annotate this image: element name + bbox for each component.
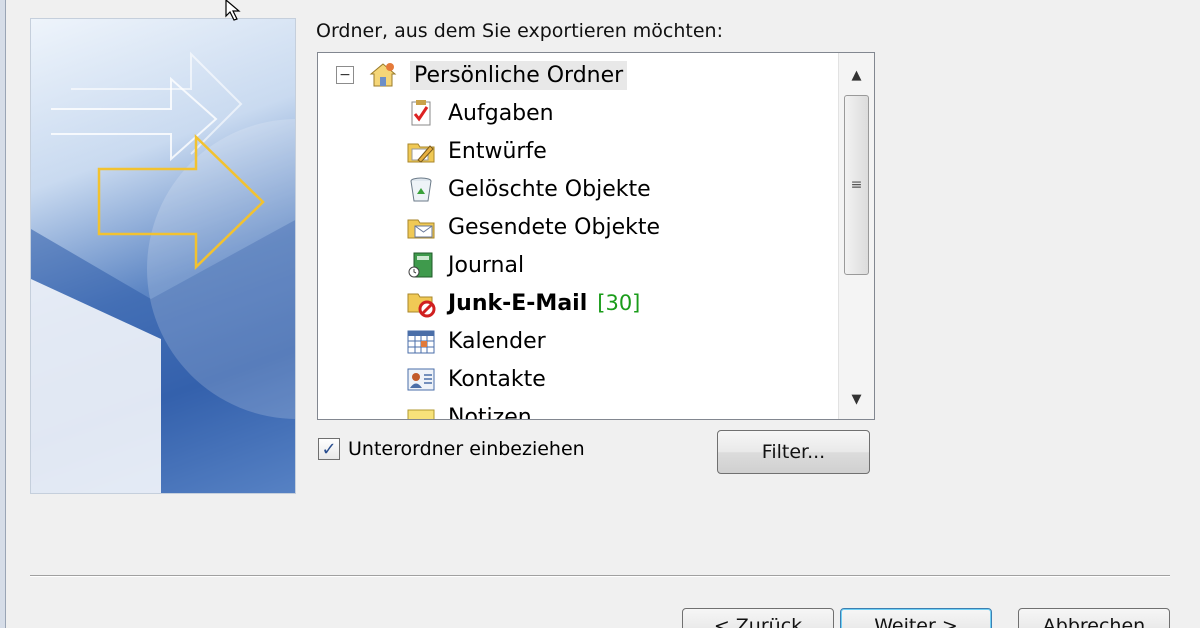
back-button-label: < Zurück bbox=[713, 615, 803, 628]
include-subfolders-option[interactable]: ✓ Unterordner einbeziehen bbox=[318, 438, 585, 460]
tree-item-label: Kontakte bbox=[448, 366, 546, 392]
tree-item-personal-folders[interactable]: − Persönliche Ordner bbox=[336, 57, 628, 93]
drafts-icon bbox=[407, 143, 435, 163]
scroll-up-arrow-icon[interactable]: ▲ bbox=[839, 57, 874, 93]
scroll-down-arrow-icon[interactable]: ▼ bbox=[839, 381, 874, 417]
tree-item-deleted-items[interactable]: Gelöschte Objekte bbox=[406, 171, 651, 207]
include-subfolders-label: Unterordner einbeziehen bbox=[348, 438, 585, 460]
tree-item-label: Gesendete Objekte bbox=[448, 214, 661, 240]
tree-item-label: Entwürfe bbox=[448, 138, 547, 164]
contacts-icon bbox=[407, 368, 435, 391]
scrollbar-thumb[interactable]: ≡ bbox=[844, 95, 869, 275]
sent-items-icon bbox=[407, 219, 435, 239]
junk-mail-icon bbox=[407, 293, 436, 318]
footer-separator bbox=[30, 575, 1170, 577]
back-button[interactable]: < Zurück bbox=[682, 608, 834, 628]
mouse-cursor-icon bbox=[225, 0, 241, 21]
next-button-label: Weiter > bbox=[874, 615, 958, 628]
tree-item-label: Aufgaben bbox=[448, 100, 554, 126]
include-subfolders-checkbox[interactable]: ✓ bbox=[318, 438, 340, 460]
journal-icon bbox=[408, 252, 433, 278]
tree-item-sent-items[interactable]: Gesendete Objekte bbox=[406, 209, 660, 245]
folder-select-caption: Ordner, aus dem Sie exportieren möchten: bbox=[316, 20, 723, 42]
tree-item-drafts[interactable]: Entwürfe bbox=[406, 133, 547, 169]
wizard-banner-image bbox=[30, 18, 296, 494]
next-button[interactable]: Weiter > bbox=[840, 608, 992, 628]
calendar-icon bbox=[407, 330, 435, 354]
cancel-button[interactable]: Abbrechen bbox=[1018, 608, 1170, 628]
tree-item-label: Persönliche Ordner bbox=[410, 60, 628, 90]
tree-item-calendar[interactable]: Kalender bbox=[406, 323, 546, 359]
tree-item-tasks[interactable]: Aufgaben bbox=[406, 95, 554, 131]
tree-scrollbar[interactable]: ▲ ≡ ▼ bbox=[838, 53, 874, 419]
folder-tree[interactable]: − Persönliche Ordner Aufgaben Entwürfe G… bbox=[317, 52, 875, 420]
tree-item-contacts[interactable]: Kontakte bbox=[406, 361, 546, 397]
window-frame-edge bbox=[0, 0, 6, 628]
collapse-icon[interactable]: − bbox=[336, 66, 354, 84]
unread-count-badge: [30] bbox=[597, 291, 641, 315]
personal-folders-icon bbox=[369, 63, 397, 87]
tree-item-label: Junk-E-Mail bbox=[448, 290, 588, 316]
notes-icon bbox=[407, 409, 435, 419]
tree-item-journal[interactable]: Journal bbox=[406, 247, 524, 283]
cancel-button-label: Abbrechen bbox=[1042, 615, 1146, 628]
tree-item-label: Kalender bbox=[448, 328, 546, 354]
tasks-icon bbox=[411, 100, 431, 126]
tree-item-label: Gelöschte Objekte bbox=[448, 176, 651, 202]
tree-item-junk-mail[interactable]: Junk-E-Mail [30] bbox=[406, 285, 640, 321]
tree-item-label: Notizen bbox=[448, 404, 532, 420]
tree-item-label: Journal bbox=[448, 252, 525, 278]
deleted-items-icon bbox=[410, 177, 432, 202]
tree-item-notes[interactable]: Notizen bbox=[406, 399, 532, 420]
filter-button[interactable]: Filter... bbox=[717, 430, 870, 474]
